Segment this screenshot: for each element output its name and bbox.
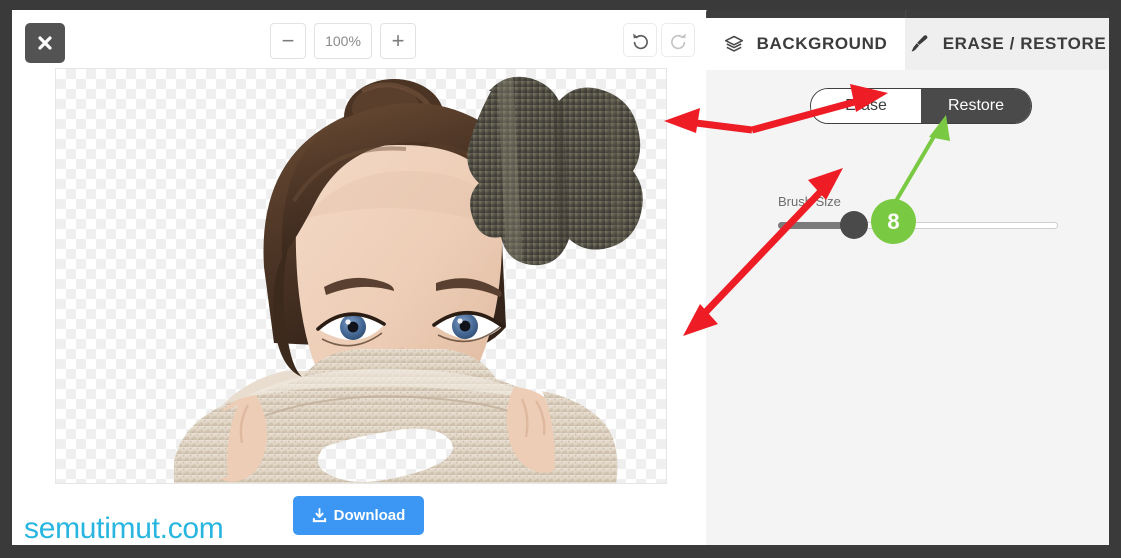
mode-erase-button[interactable]: Erase: [811, 89, 921, 123]
brush-size-slider[interactable]: [778, 211, 1058, 239]
download-icon: [312, 508, 326, 523]
zoom-out-button[interactable]: −: [270, 23, 306, 59]
brush-icon: [908, 33, 930, 55]
window-frame: − 100% + Download semutimut.com BACKGROU…: [0, 0, 1121, 558]
tab-background-label: BACKGROUND: [756, 34, 888, 53]
tool-panel: Erase Restore Brush Size: [706, 70, 1109, 545]
tab-erase-restore[interactable]: ERASE / RESTORE: [905, 18, 1109, 70]
layers-icon: [724, 34, 744, 54]
step-badge-label: 8: [887, 208, 900, 234]
brush-size-label: Brush Size: [778, 194, 841, 209]
close-icon: [38, 36, 52, 50]
mode-restore-label: Restore: [947, 97, 1005, 114]
undo-icon: [632, 33, 648, 49]
restored-background-stroke: [467, 76, 643, 266]
zoom-level-display[interactable]: 100%: [314, 23, 372, 59]
tab-erase-restore-label: ERASE / RESTORE: [942, 34, 1107, 53]
zoom-level-label: 100%: [325, 33, 361, 49]
slider-thumb[interactable]: [840, 211, 868, 239]
step-badge-8: 8: [871, 199, 916, 244]
zoom-in-label: +: [391, 28, 405, 53]
zoom-out-label: −: [281, 28, 295, 53]
zoom-in-button[interactable]: +: [380, 23, 416, 59]
tab-background[interactable]: BACKGROUND: [706, 18, 905, 70]
mode-toggle-group: Erase Restore: [810, 88, 1032, 124]
mode-restore-button[interactable]: Restore: [921, 89, 1031, 123]
watermark: semutimut.com: [20, 510, 228, 545]
close-button[interactable]: [25, 23, 65, 63]
undo-button[interactable]: [623, 23, 657, 57]
redo-icon: [670, 33, 686, 49]
mode-erase-label: Erase: [845, 97, 887, 114]
redo-button[interactable]: [661, 23, 695, 57]
download-label: Download: [333, 507, 406, 524]
download-button[interactable]: Download: [293, 496, 424, 535]
app-window: − 100% + Download semutimut.com BACKGROU…: [12, 10, 1109, 545]
tab-strip: BACKGROUND ERASE / RESTORE: [706, 10, 1109, 70]
image-canvas[interactable]: [55, 68, 667, 484]
editor-pane: − 100% + Download semutimut.com: [12, 10, 706, 545]
